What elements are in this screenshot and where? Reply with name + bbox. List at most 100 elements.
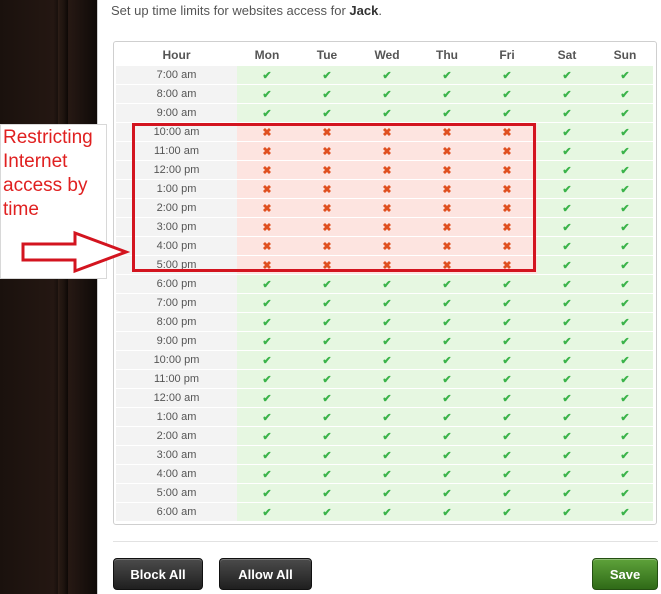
check-icon[interactable]: ✔ <box>417 369 477 389</box>
check-icon[interactable]: ✔ <box>357 502 417 522</box>
check-icon[interactable]: ✔ <box>237 407 297 427</box>
check-icon[interactable]: ✔ <box>477 274 537 294</box>
check-icon[interactable]: ✔ <box>477 66 537 85</box>
check-icon[interactable]: ✔ <box>297 103 357 123</box>
check-icon[interactable]: ✔ <box>417 388 477 408</box>
check-icon[interactable]: ✔ <box>597 445 653 465</box>
hour-label[interactable]: 9:00 pm <box>116 331 237 351</box>
check-icon[interactable]: ✔ <box>357 350 417 370</box>
check-icon[interactable]: ✔ <box>537 312 597 332</box>
check-icon[interactable]: ✔ <box>297 350 357 370</box>
check-icon[interactable]: ✔ <box>237 103 297 123</box>
check-icon[interactable]: ✔ <box>477 388 537 408</box>
check-icon[interactable]: ✔ <box>537 141 597 161</box>
check-icon[interactable]: ✔ <box>477 331 537 351</box>
hour-label[interactable]: 7:00 pm <box>116 293 237 313</box>
check-icon[interactable]: ✔ <box>417 426 477 446</box>
check-icon[interactable]: ✔ <box>417 350 477 370</box>
check-icon[interactable]: ✔ <box>537 274 597 294</box>
check-icon[interactable]: ✔ <box>237 66 297 85</box>
check-icon[interactable]: ✔ <box>237 388 297 408</box>
check-icon[interactable]: ✔ <box>597 502 653 522</box>
check-icon[interactable]: ✔ <box>297 84 357 104</box>
check-icon[interactable]: ✔ <box>597 464 653 484</box>
check-icon[interactable]: ✔ <box>477 350 537 370</box>
check-icon[interactable]: ✔ <box>597 217 653 237</box>
check-icon[interactable]: ✔ <box>357 407 417 427</box>
check-icon[interactable]: ✔ <box>477 369 537 389</box>
check-icon[interactable]: ✔ <box>597 255 653 275</box>
day-header-wed[interactable]: Wed <box>357 44 417 66</box>
check-icon[interactable]: ✔ <box>597 312 653 332</box>
check-icon[interactable]: ✔ <box>297 293 357 313</box>
check-icon[interactable]: ✔ <box>357 312 417 332</box>
check-icon[interactable]: ✔ <box>237 502 297 522</box>
check-icon[interactable]: ✔ <box>357 103 417 123</box>
check-icon[interactable]: ✔ <box>297 502 357 522</box>
save-button[interactable]: Save <box>592 558 658 590</box>
check-icon[interactable]: ✔ <box>237 274 297 294</box>
check-icon[interactable]: ✔ <box>297 274 357 294</box>
day-header-sun[interactable]: Sun <box>597 44 653 66</box>
check-icon[interactable]: ✔ <box>297 464 357 484</box>
check-icon[interactable]: ✔ <box>597 160 653 180</box>
check-icon[interactable]: ✔ <box>597 198 653 218</box>
day-header-tue[interactable]: Tue <box>297 44 357 66</box>
check-icon[interactable]: ✔ <box>537 407 597 427</box>
check-icon[interactable]: ✔ <box>477 103 537 123</box>
check-icon[interactable]: ✔ <box>237 350 297 370</box>
check-icon[interactable]: ✔ <box>297 331 357 351</box>
check-icon[interactable]: ✔ <box>597 331 653 351</box>
check-icon[interactable]: ✔ <box>477 312 537 332</box>
check-icon[interactable]: ✔ <box>477 407 537 427</box>
check-icon[interactable]: ✔ <box>357 426 417 446</box>
check-icon[interactable]: ✔ <box>417 312 477 332</box>
check-icon[interactable]: ✔ <box>597 483 653 503</box>
check-icon[interactable]: ✔ <box>537 369 597 389</box>
check-icon[interactable]: ✔ <box>357 388 417 408</box>
check-icon[interactable]: ✔ <box>537 483 597 503</box>
day-header-sat[interactable]: Sat <box>537 44 597 66</box>
check-icon[interactable]: ✔ <box>297 388 357 408</box>
hour-label[interactable]: 10:00 pm <box>116 350 237 370</box>
check-icon[interactable]: ✔ <box>297 369 357 389</box>
check-icon[interactable]: ✔ <box>597 407 653 427</box>
hour-label[interactable]: 11:00 pm <box>116 369 237 389</box>
check-icon[interactable]: ✔ <box>297 66 357 85</box>
hour-label[interactable]: 3:00 am <box>116 445 237 465</box>
check-icon[interactable]: ✔ <box>357 331 417 351</box>
hour-label[interactable]: 1:00 am <box>116 407 237 427</box>
check-icon[interactable]: ✔ <box>417 274 477 294</box>
check-icon[interactable]: ✔ <box>417 502 477 522</box>
check-icon[interactable]: ✔ <box>357 369 417 389</box>
check-icon[interactable]: ✔ <box>597 293 653 313</box>
check-icon[interactable]: ✔ <box>537 84 597 104</box>
check-icon[interactable]: ✔ <box>597 84 653 104</box>
hour-label[interactable]: 8:00 pm <box>116 312 237 332</box>
check-icon[interactable]: ✔ <box>537 426 597 446</box>
check-icon[interactable]: ✔ <box>597 103 653 123</box>
check-icon[interactable]: ✔ <box>417 84 477 104</box>
check-icon[interactable]: ✔ <box>237 426 297 446</box>
hour-label[interactable]: 6:00 am <box>116 502 237 522</box>
check-icon[interactable]: ✔ <box>297 312 357 332</box>
check-icon[interactable]: ✔ <box>237 369 297 389</box>
allow-all-button[interactable]: Allow All <box>219 558 312 590</box>
check-icon[interactable]: ✔ <box>537 198 597 218</box>
check-icon[interactable]: ✔ <box>537 122 597 142</box>
check-icon[interactable]: ✔ <box>597 350 653 370</box>
check-icon[interactable]: ✔ <box>537 502 597 522</box>
check-icon[interactable]: ✔ <box>417 293 477 313</box>
check-icon[interactable]: ✔ <box>417 464 477 484</box>
check-icon[interactable]: ✔ <box>237 293 297 313</box>
check-icon[interactable]: ✔ <box>357 483 417 503</box>
check-icon[interactable]: ✔ <box>537 160 597 180</box>
day-header-fri[interactable]: Fri <box>477 44 537 66</box>
check-icon[interactable]: ✔ <box>537 217 597 237</box>
check-icon[interactable]: ✔ <box>597 388 653 408</box>
check-icon[interactable]: ✔ <box>477 483 537 503</box>
hour-label[interactable]: 5:00 am <box>116 483 237 503</box>
check-icon[interactable]: ✔ <box>597 141 653 161</box>
check-icon[interactable]: ✔ <box>237 483 297 503</box>
check-icon[interactable]: ✔ <box>417 445 477 465</box>
